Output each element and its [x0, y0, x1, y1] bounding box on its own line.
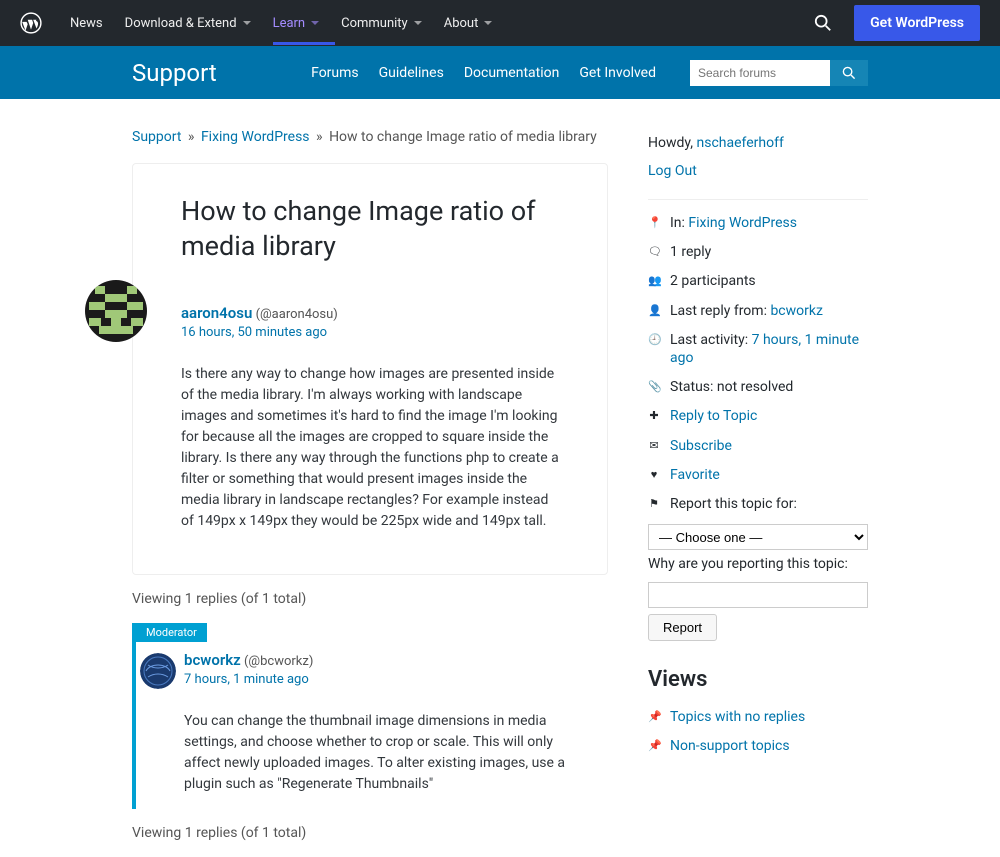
search-icon[interactable]: [814, 14, 832, 32]
topic-card: How to change Image ratio of media libra…: [132, 163, 608, 575]
view-non-support-topics[interactable]: Non-support topics: [670, 737, 790, 755]
author-name-link[interactable]: aaron4osu: [181, 304, 252, 322]
last-reply-user-link[interactable]: bcworkz: [770, 303, 822, 319]
forum-search-input[interactable]: [690, 60, 830, 86]
nav-download-extend[interactable]: Download & Extend: [125, 4, 251, 43]
views-heading: Views: [648, 667, 868, 692]
pin-icon: 📌: [648, 739, 660, 753]
participant-count: 2 participants: [670, 272, 756, 290]
sidebar: Howdy, nschaeferhoff Log Out 📍In: Fixing…: [648, 99, 868, 857]
status-text: Status: not resolved: [670, 378, 793, 396]
profile-link[interactable]: nschaeferhoff: [697, 135, 784, 151]
report-reason-select[interactable]: — Choose one —: [648, 524, 868, 550]
topic-title: How to change Image ratio of media libra…: [181, 194, 559, 264]
flag-icon: ⚑: [648, 497, 660, 511]
reply-count: 1 reply: [670, 243, 711, 261]
clock-icon: 🕘: [648, 333, 660, 347]
author-handle: (@aaron4osu): [256, 307, 338, 322]
favorite-link[interactable]: Favorite: [670, 466, 720, 484]
support-title: Support: [132, 59, 311, 87]
participants-icon: 👥: [648, 274, 660, 288]
search-icon: [842, 66, 856, 80]
report-label: Report this topic for:: [670, 495, 797, 513]
chevron-down-icon: [311, 21, 319, 25]
top-navbar: News Download & Extend Learn Community A…: [0, 0, 1000, 46]
heart-icon: ♥: [648, 468, 660, 482]
view-topics-no-replies[interactable]: Topics with no replies: [670, 708, 805, 726]
replies-icon: 🗨: [648, 245, 660, 259]
report-reason-input[interactable]: [648, 582, 868, 608]
reply-author-line: bcworkz (@bcworkz): [184, 651, 578, 669]
pin-icon: 📍: [648, 216, 660, 230]
reply-time-link[interactable]: 7 hours, 1 minute ago: [184, 672, 309, 687]
in-forum-link[interactable]: Fixing WordPress: [688, 215, 797, 231]
reply-author-avatar[interactable]: [140, 653, 176, 689]
viewing-count-top: Viewing 1 replies (of 1 total): [132, 591, 608, 607]
author-line: aaron4osu (@aaron4osu): [181, 304, 559, 322]
reply-body: You can change the thumbnail image dimen…: [184, 711, 578, 795]
subnav-forums[interactable]: Forums: [311, 65, 359, 81]
plus-icon: ✚: [648, 409, 660, 423]
moderator-badge: Moderator: [136, 623, 207, 642]
breadcrumb-support[interactable]: Support: [132, 129, 181, 145]
reply-author-name-link[interactable]: bcworkz: [184, 651, 241, 669]
reply-to-topic-link[interactable]: Reply to Topic: [670, 407, 757, 425]
nav-community[interactable]: Community: [341, 4, 422, 43]
wordpress-logo-icon[interactable]: [20, 12, 42, 34]
topic-time-link[interactable]: 16 hours, 50 minutes ago: [181, 325, 327, 340]
support-subnav: Support Forums Guidelines Documentation …: [0, 46, 1000, 99]
logout-link[interactable]: Log Out: [648, 163, 868, 179]
subnav-guidelines[interactable]: Guidelines: [379, 65, 444, 81]
nav-news[interactable]: News: [70, 4, 103, 43]
mail-icon: ✉: [648, 439, 660, 453]
chevron-down-icon: [243, 21, 251, 25]
breadcrumb-current: How to change Image ratio of media libra…: [329, 129, 597, 145]
subscribe-link[interactable]: Subscribe: [670, 437, 732, 455]
nav-learn[interactable]: Learn: [273, 4, 320, 43]
viewing-count-bottom: Viewing 1 replies (of 1 total): [132, 825, 608, 841]
person-icon: 👤: [648, 304, 660, 318]
reply-card: Moderator bcworkz (@bcworkz) 7 hours, 1 …: [132, 623, 608, 809]
pin-icon: 📌: [648, 710, 660, 724]
breadcrumb-forum[interactable]: Fixing WordPress: [201, 129, 310, 145]
nav-about[interactable]: About: [444, 4, 493, 43]
get-wordpress-button[interactable]: Get WordPress: [854, 5, 980, 41]
subnav-documentation[interactable]: Documentation: [464, 65, 560, 81]
breadcrumb: Support » Fixing WordPress » How to chan…: [132, 129, 608, 145]
howdy-line: Howdy, nschaeferhoff: [648, 135, 868, 151]
chevron-down-icon: [484, 21, 492, 25]
reply-author-handle: (@bcworkz): [244, 654, 313, 669]
attachment-icon: 📎: [648, 380, 660, 394]
topic-body: Is there any way to change how images ar…: [181, 364, 559, 532]
author-avatar[interactable]: [85, 280, 147, 342]
chevron-down-icon: [414, 21, 422, 25]
subnav-get-involved[interactable]: Get Involved: [579, 65, 656, 81]
forum-search-button[interactable]: [830, 60, 868, 86]
report-reason-label: Why are you reporting this topic:: [648, 556, 868, 572]
report-button[interactable]: Report: [648, 614, 717, 641]
